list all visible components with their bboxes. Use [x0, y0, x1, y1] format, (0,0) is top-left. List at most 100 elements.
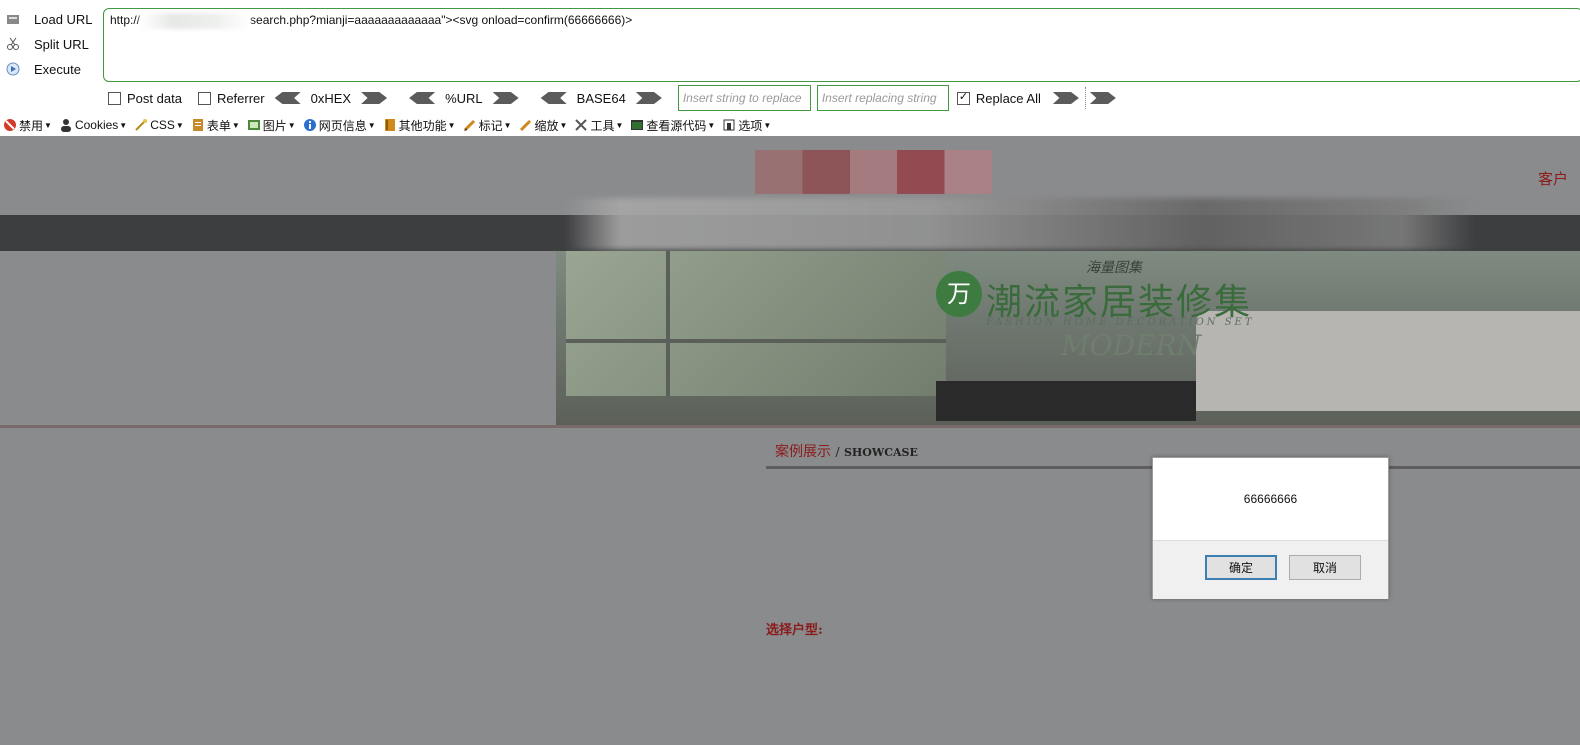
- disable-icon: [3, 118, 17, 132]
- customer-link[interactable]: 客户: [1538, 168, 1568, 189]
- chevron-down-icon: ▼: [559, 120, 568, 130]
- menu-css-label: CSS: [150, 118, 175, 132]
- banner-subtitle: FASHION HOME DECORATION SET: [986, 317, 1255, 328]
- chevron-down-icon: ▼: [44, 120, 52, 130]
- banner-window-image: [566, 251, 946, 396]
- choose-layout-label: 选择户型:: [766, 623, 823, 638]
- replace-next-arrow-icon[interactable]: [1089, 92, 1116, 104]
- split-url-label: Split URL: [34, 36, 89, 52]
- menu-images[interactable]: 图片 ▼: [244, 117, 300, 134]
- url-enc-label: %URL: [445, 90, 483, 106]
- hackbar: Load URL Split URL Execute http:// search…: [0, 0, 1580, 114]
- css-icon: [134, 118, 148, 132]
- hackbar-options: Post data Referrer 0xHEX %URL BASE64 Ins…: [108, 85, 1116, 111]
- url-decode-arrow-icon[interactable]: [409, 92, 436, 104]
- section-title: 案例展示 / SHOWCASE: [775, 441, 918, 461]
- menu-view-source[interactable]: 查看源代码 ▼: [627, 117, 719, 134]
- menu-outline[interactable]: 标记 ▼: [460, 117, 516, 134]
- chevron-down-icon: ▼: [175, 120, 184, 130]
- site-logo[interactable]: [755, 150, 992, 194]
- chevron-down-icon: ▼: [447, 120, 456, 130]
- hero-banner: 万 海量图集 潮流家居装修集 FASHION HOME DECORATION S…: [556, 251, 1580, 425]
- post-data-label: Post data: [127, 90, 182, 106]
- replace-all-label: Replace All: [975, 90, 1041, 106]
- url-encode-arrow-icon[interactable]: [492, 92, 519, 104]
- execute-icon: [6, 62, 20, 76]
- ok-button[interactable]: 确定: [1205, 555, 1277, 580]
- redacted-host: [140, 13, 251, 29]
- menu-disable[interactable]: 禁用 ▼: [0, 117, 56, 134]
- menu-resize[interactable]: 缩放 ▼: [516, 117, 572, 134]
- referrer-checkbox[interactable]: [197, 91, 211, 105]
- view-source-icon: [630, 118, 644, 132]
- menu-forms[interactable]: 表单 ▼: [188, 117, 244, 134]
- replace-with-input[interactable]: Insert replacing string: [816, 85, 949, 111]
- menu-tools[interactable]: 工具 ▼: [571, 117, 627, 134]
- banner-table-image: [936, 381, 1196, 421]
- hex-encode-arrow-icon[interactable]: [361, 92, 388, 104]
- menu-info-label: 网页信息: [318, 118, 367, 133]
- post-data-checkbox[interactable]: [108, 91, 121, 105]
- chevron-down-icon: ▼: [119, 120, 128, 130]
- section-title-en: SHOWCASE: [843, 446, 918, 459]
- dialog-footer: 确定 取消: [1153, 540, 1388, 599]
- misc-icon: [383, 118, 397, 132]
- chevron-down-icon: ▼: [287, 120, 296, 130]
- menu-css[interactable]: CSS ▼: [131, 118, 188, 132]
- execute-label: Execute: [34, 61, 81, 77]
- chevron-down-icon: ▼: [763, 120, 772, 130]
- menu-options[interactable]: 选项 ▼: [719, 117, 775, 134]
- replace-all-checkbox[interactable]: [956, 90, 970, 105]
- replace-arrow-icon[interactable]: [1052, 92, 1079, 104]
- chevron-down-icon: ▼: [503, 120, 512, 130]
- replace-search-input[interactable]: Insert string to replace: [677, 85, 811, 111]
- base64-decode-arrow-icon[interactable]: [540, 92, 567, 104]
- outline-icon: [463, 118, 477, 132]
- load-url-command[interactable]: Load URL: [6, 8, 93, 30]
- hex-decode-arrow-icon[interactable]: [274, 92, 301, 104]
- menu-options-label: 选项: [738, 118, 763, 133]
- menu-disable-label: 禁用: [19, 118, 44, 133]
- chevron-down-icon: ▼: [367, 120, 376, 130]
- base64-label: BASE64: [576, 90, 626, 106]
- url-suffix: search.php?mianji=aaaaaaaaaaaaa"><svg on…: [250, 13, 633, 28]
- web-developer-toolbar: 禁用 ▼ Cookies ▼ CSS ▼ 表单 ▼ 图片 ▼ 网页信息 ▼ 其他功能 ▼ 标记…: [0, 114, 1580, 136]
- banner-badge: 万: [936, 271, 982, 317]
- banner-modern-text: MODERN: [1061, 329, 1202, 362]
- confirm-dialog: 66666666 确定 取消: [1152, 457, 1389, 599]
- cookies-icon: [59, 118, 73, 132]
- menu-misc[interactable]: 其他功能 ▼: [380, 117, 460, 134]
- images-icon: [247, 118, 261, 132]
- chevron-down-icon: ▼: [615, 120, 624, 130]
- forms-icon: [191, 118, 205, 132]
- redacted-nav-items: [565, 198, 1475, 250]
- banner-divider: [0, 425, 1580, 428]
- chevron-down-icon: ▼: [231, 120, 240, 130]
- chevron-down-icon: ▼: [707, 120, 716, 130]
- url-prefix: http://: [110, 13, 141, 28]
- menu-cookies[interactable]: Cookies ▼: [56, 118, 131, 132]
- hex-label: 0xHEX: [310, 90, 352, 106]
- split-url-icon: [6, 37, 20, 51]
- resize-icon: [519, 118, 533, 132]
- section-title-cn: 案例展示: [775, 444, 831, 460]
- web-page: 客户 万 海量图集 潮流家居装修集 FASHION HOME DECORATIO…: [0, 136, 1580, 745]
- menu-images-label: 图片: [262, 118, 287, 133]
- tools-icon: [574, 118, 588, 132]
- base64-encode-arrow-icon[interactable]: [635, 92, 662, 104]
- split-url-command[interactable]: Split URL: [6, 33, 89, 55]
- toolbar-divider: [1084, 87, 1086, 109]
- execute-command[interactable]: Execute: [6, 58, 81, 80]
- menu-view-source-label: 查看源代码: [646, 118, 707, 133]
- cancel-button[interactable]: 取消: [1289, 555, 1361, 580]
- url-textarea[interactable]: http:// search.php?mianji=aaaaaaaaaaaaa">…: [103, 8, 1580, 82]
- menu-info[interactable]: 网页信息 ▼: [300, 117, 380, 134]
- load-url-label: Load URL: [34, 11, 93, 27]
- menu-cookies-label: Cookies: [74, 118, 119, 132]
- referrer-label: Referrer: [216, 90, 265, 106]
- menu-forms-label: 表单: [206, 118, 231, 133]
- load-url-icon: [6, 12, 20, 26]
- options-icon: [722, 118, 736, 132]
- menu-outline-label: 标记: [478, 118, 503, 133]
- menu-resize-label: 缩放: [534, 118, 559, 133]
